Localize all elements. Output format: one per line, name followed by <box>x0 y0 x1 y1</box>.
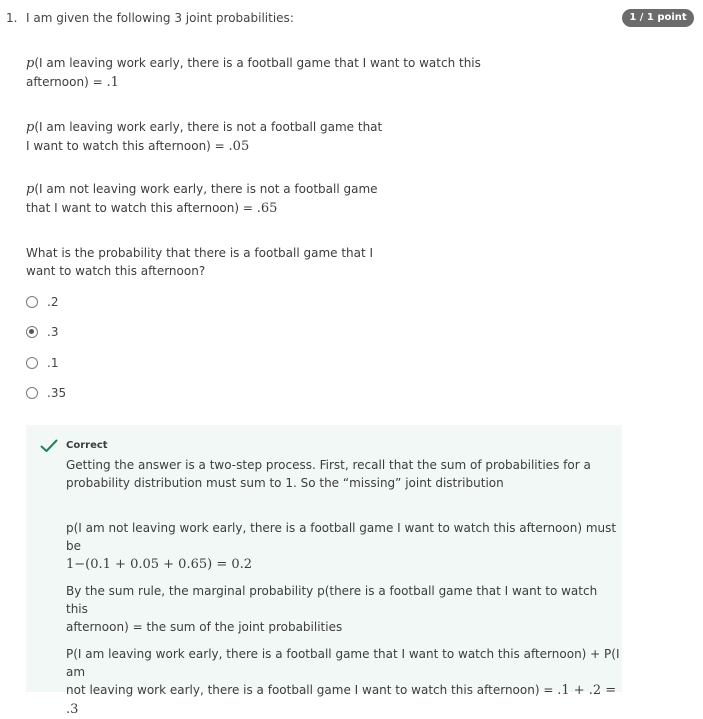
prob3-text-line1: (I am not leaving work early, there is n… <box>34 182 378 196</box>
question-prompt: What is the probability that there is a … <box>26 244 373 280</box>
fb-p4-line1: P(I am leaving work early, there is a fo… <box>66 647 620 679</box>
check-icon <box>40 439 58 452</box>
prob3-text-line2: that I want to watch this afternoon) = <box>26 201 257 215</box>
fb-p4-line2: not leaving work early, there is a footb… <box>66 683 558 697</box>
answer-option[interactable]: .2 <box>26 294 58 310</box>
fb-p2-math: 1−(0.1 + 0.05 + 0.65) = 0.2 <box>66 557 253 572</box>
answer-option[interactable]: .1 <box>26 355 58 371</box>
feedback-paragraph: p(I am not leaving work early, there is … <box>66 519 622 574</box>
prob2-text-line2: I want to watch this afternoon) = <box>26 139 229 153</box>
radio-button[interactable] <box>26 296 38 308</box>
answer-option[interactable]: .3 <box>26 324 58 340</box>
radio-button[interactable] <box>26 357 38 369</box>
radio-button[interactable] <box>26 326 38 338</box>
prob3-value: .65 <box>256 201 278 216</box>
fb-p3-line1: By the sum rule, the marginal probabilit… <box>66 584 598 616</box>
feedback-status: Correct <box>66 440 108 451</box>
prob1-value: .1 <box>106 75 119 90</box>
feedback-paragraph: Getting the answer is a two-step process… <box>66 456 591 492</box>
prob1-text-line1: (I am leaving work early, there is a foo… <box>34 56 481 70</box>
option-label: .2 <box>47 295 59 309</box>
joint-probability-3: p(I am not leaving work early, there is … <box>26 180 378 218</box>
joint-probability-1: p(I am leaving work early, there is a fo… <box>26 54 481 92</box>
prob2-value: .05 <box>228 139 250 154</box>
fb-p2-line1: p(I am not leaving work early, there is … <box>66 521 617 553</box>
prompt-line1: What is the probability that there is a … <box>26 246 374 260</box>
feedback-paragraph: By the sum rule, the marginal probabilit… <box>66 582 622 636</box>
prob1-text-line2: afternoon) = <box>26 75 107 89</box>
fb-p1-line2: probability distribution must sum to 1. … <box>66 476 504 490</box>
radio-button[interactable] <box>26 387 38 399</box>
question-number: 1. <box>6 11 18 25</box>
prompt-line2: want to watch this afternoon? <box>26 264 206 278</box>
answer-option[interactable]: .35 <box>26 385 66 401</box>
option-label: .3 <box>47 325 59 339</box>
score-badge: 1 / 1 point <box>622 9 694 27</box>
feedback-paragraph: P(I am leaving work early, there is a fo… <box>66 645 622 719</box>
fb-p3-line2: afternoon) = the sum of the joint probab… <box>66 620 343 634</box>
option-label: .1 <box>47 356 59 370</box>
feedback-panel: Correct Getting the answer is a two-step… <box>26 425 622 717</box>
question-intro: I am given the following 3 joint probabi… <box>26 11 294 25</box>
fb-p1-line1: Getting the answer is a two-step process… <box>66 458 591 472</box>
option-label: .35 <box>47 386 67 400</box>
prob2-text-line1: (I am leaving work early, there is not a… <box>34 120 383 134</box>
joint-probability-2: p(I am leaving work early, there is not … <box>26 118 382 156</box>
